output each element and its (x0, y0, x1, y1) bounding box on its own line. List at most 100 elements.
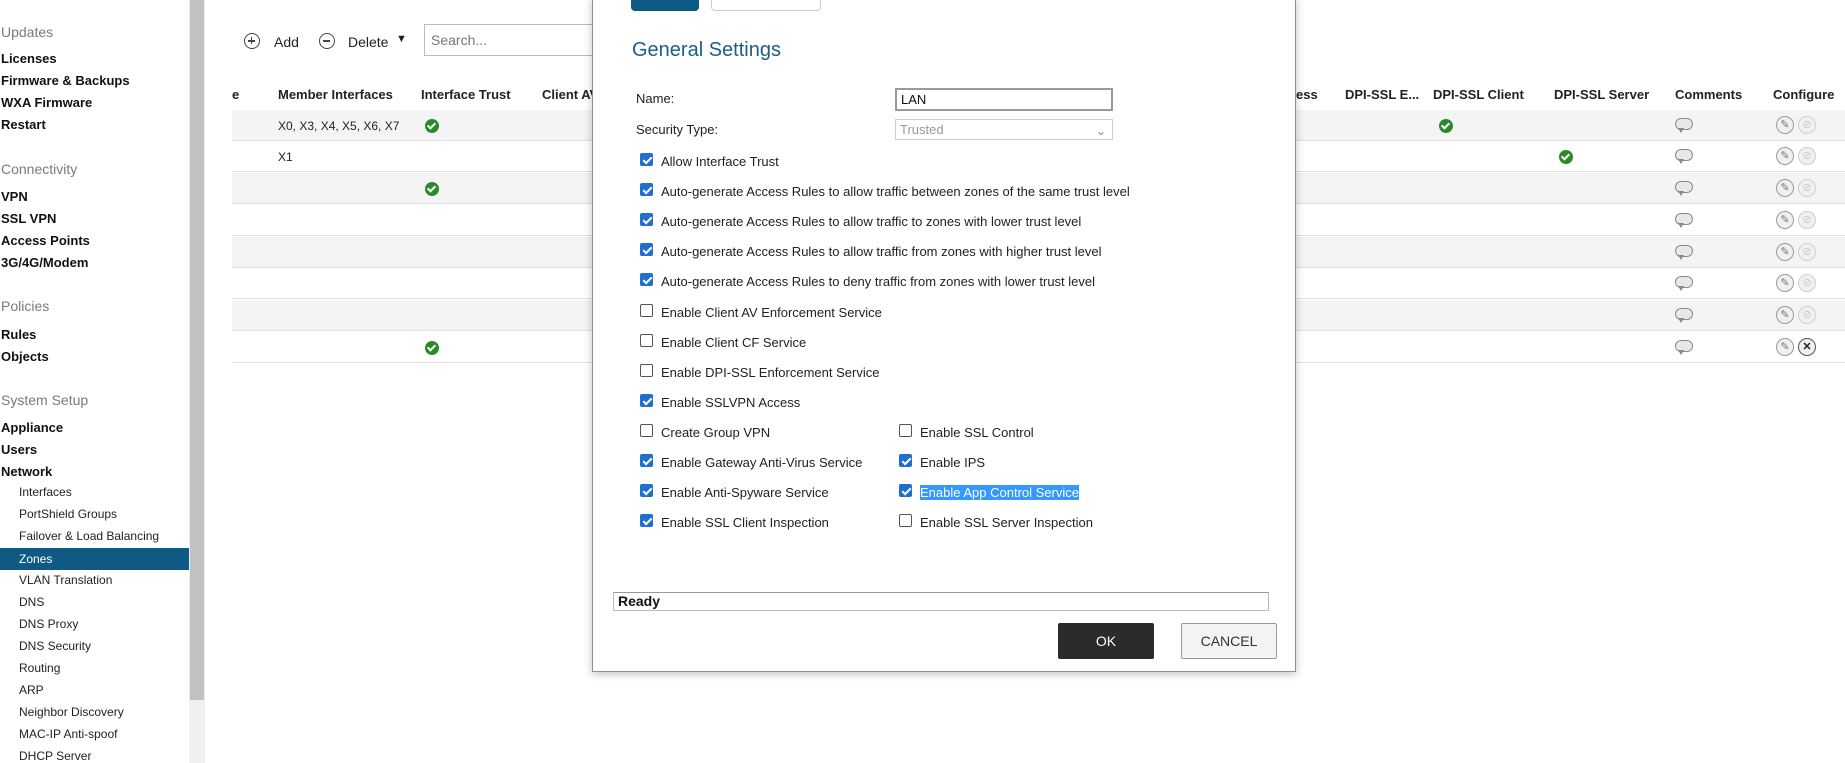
column-header-interface-trust[interactable]: Interface Trust (421, 87, 511, 102)
delete-icon[interactable] (319, 33, 335, 49)
security-type-select[interactable]: Trusted ⌄ (895, 119, 1113, 140)
autogen-deny-lower-label[interactable]: Auto-generate Access Rules to deny traff… (661, 274, 1095, 289)
add-icon[interactable] (244, 33, 260, 49)
column-header-comments[interactable]: Comments (1675, 87, 1742, 102)
sidebar-item-objects[interactable]: Objects (1, 349, 49, 364)
comment-icon[interactable] (1675, 149, 1693, 164)
autogen-higher-trust-label[interactable]: Auto-generate Access Rules to allow traf… (661, 244, 1102, 259)
anti-spyware-label[interactable]: Enable Anti-Spyware Service (661, 485, 829, 500)
sidebar-item-ssl-vpn[interactable]: SSL VPN (1, 211, 56, 226)
sidebar-scrollbar-thumb[interactable] (190, 0, 204, 700)
sidebar-subitem-dns-security[interactable]: DNS Security (19, 639, 91, 653)
create-group-vpn-label[interactable]: Create Group VPN (661, 425, 770, 440)
anti-spyware-checkbox[interactable] (640, 484, 653, 497)
ips-label[interactable]: Enable IPS (920, 455, 985, 470)
sidebar-subitem-dns-proxy[interactable]: DNS Proxy (19, 617, 78, 631)
edit-icon[interactable]: ✎ (1776, 274, 1794, 292)
column-header-configure[interactable]: Configure (1773, 87, 1834, 102)
autogen-same-trust-label[interactable]: Auto-generate Access Rules to allow traf… (661, 184, 1130, 199)
ssl-server-inspection-checkbox[interactable] (899, 514, 912, 527)
autogen-same-trust-checkbox[interactable] (640, 183, 653, 196)
edit-icon[interactable]: ✎ (1776, 147, 1794, 165)
cancel-button[interactable]: CANCEL (1181, 623, 1277, 659)
column-header-dpi-ssl-server[interactable]: DPI-SSL Server (1554, 87, 1649, 102)
edit-icon[interactable]: ✎ (1776, 338, 1794, 356)
sidebar-item-restart[interactable]: Restart (1, 117, 46, 132)
sidebar-subitem-dhcp-server[interactable]: DHCP Server (19, 749, 91, 763)
comment-icon[interactable] (1675, 245, 1693, 260)
app-control-label[interactable]: Enable App Control Service (920, 485, 1079, 500)
ssl-client-inspection-label[interactable]: Enable SSL Client Inspection (661, 515, 829, 530)
sslvpn-access-label[interactable]: Enable SSLVPN Access (661, 395, 800, 410)
client-cf-service-label[interactable]: Enable Client CF Service (661, 335, 806, 350)
edit-icon[interactable]: ✎ (1776, 306, 1794, 324)
sidebar-subitem-interfaces[interactable]: Interfaces (19, 485, 72, 499)
search-input[interactable] (424, 24, 604, 56)
sidebar-item-network[interactable]: Network (1, 464, 52, 479)
edit-icon[interactable]: ✎ (1776, 116, 1794, 134)
column-header-name[interactable]: e (232, 87, 239, 102)
chevron-down-icon[interactable]: ▼ (396, 33, 407, 45)
autogen-deny-lower-checkbox[interactable] (640, 273, 653, 286)
app-control-checkbox[interactable] (899, 484, 912, 497)
ssl-control-label[interactable]: Enable SSL Control (920, 425, 1034, 440)
comment-icon[interactable] (1675, 181, 1693, 196)
sidebar-item-modem[interactable]: 3G/4G/Modem (1, 255, 88, 270)
ssl-server-inspection-label[interactable]: Enable SSL Server Inspection (920, 515, 1093, 530)
sidebar-item-users[interactable]: Users (1, 442, 37, 457)
name-field[interactable]: LAN (895, 88, 1113, 111)
sidebar-subitem-failover[interactable]: Failover & Load Balancing (19, 529, 159, 543)
sidebar-item-firmware-backups[interactable]: Firmware & Backups (1, 73, 130, 88)
autogen-higher-trust-checkbox[interactable] (640, 243, 653, 256)
column-header-dpi-ssl-enforcement[interactable]: DPI-SSL E... (1345, 87, 1419, 102)
comment-icon[interactable] (1675, 276, 1693, 291)
dialog-tab[interactable] (711, 0, 821, 11)
gateway-antivirus-label[interactable]: Enable Gateway Anti-Virus Service (661, 455, 862, 470)
ok-button[interactable]: OK (1058, 623, 1154, 659)
gateway-antivirus-checkbox[interactable] (640, 454, 653, 467)
sidebar-subitem-dns[interactable]: DNS (19, 595, 44, 609)
sslvpn-access-checkbox[interactable] (640, 394, 653, 407)
sidebar-subitem-zones[interactable]: Zones (0, 548, 189, 570)
sidebar-subitem-arp[interactable]: ARP (19, 683, 44, 697)
allow-interface-trust-checkbox[interactable] (640, 153, 653, 166)
client-av-enforcement-label[interactable]: Enable Client AV Enforcement Service (661, 305, 882, 320)
add-button[interactable]: Add (274, 34, 299, 50)
sidebar-subitem-portshield-groups[interactable]: PortShield Groups (19, 507, 117, 521)
delete-icon[interactable]: ✕ (1798, 338, 1816, 356)
ssl-control-checkbox[interactable] (899, 424, 912, 437)
delete-button[interactable]: Delete (348, 34, 388, 50)
create-group-vpn-checkbox[interactable] (640, 424, 653, 437)
sidebar-subitem-mac-ip-antispoof[interactable]: MAC-IP Anti-spoof (19, 727, 117, 741)
sidebar-subitem-routing[interactable]: Routing (19, 661, 60, 675)
sidebar-subitem-neighbor-discovery[interactable]: Neighbor Discovery (19, 705, 124, 719)
sidebar-item-rules[interactable]: Rules (1, 327, 36, 342)
autogen-lower-trust-label[interactable]: Auto-generate Access Rules to allow traf… (661, 214, 1081, 229)
sidebar-item-vpn[interactable]: VPN (1, 189, 28, 204)
client-cf-service-checkbox[interactable] (640, 334, 653, 347)
ips-checkbox[interactable] (899, 454, 912, 467)
dpi-ssl-enforcement-checkbox[interactable] (640, 364, 653, 377)
column-header-ess[interactable]: ess (1296, 87, 1318, 102)
column-header-member-interfaces[interactable]: Member Interfaces (278, 87, 393, 102)
column-header-dpi-ssl-client[interactable]: DPI-SSL Client (1433, 87, 1524, 102)
edit-icon[interactable]: ✎ (1776, 179, 1794, 197)
comment-icon[interactable] (1675, 340, 1693, 355)
ssl-client-inspection-checkbox[interactable] (640, 514, 653, 527)
sidebar-item-wxa-firmware[interactable]: WXA Firmware (1, 95, 92, 110)
sidebar-item-licenses[interactable]: Licenses (1, 51, 57, 66)
client-av-enforcement-checkbox[interactable] (640, 304, 653, 317)
edit-icon[interactable]: ✎ (1776, 243, 1794, 261)
sidebar-subitem-vlan-translation[interactable]: VLAN Translation (19, 573, 112, 587)
allow-interface-trust-label[interactable]: Allow Interface Trust (661, 154, 779, 169)
sidebar-item-appliance[interactable]: Appliance (1, 420, 63, 435)
dpi-ssl-enforcement-label[interactable]: Enable DPI-SSL Enforcement Service (661, 365, 879, 380)
dialog-tab-active[interactable] (631, 0, 699, 11)
comment-icon[interactable] (1675, 213, 1693, 228)
comment-icon[interactable] (1675, 308, 1693, 323)
sidebar-item-access-points[interactable]: Access Points (1, 233, 90, 248)
column-header-client-av[interactable]: Client AV (542, 87, 598, 102)
edit-icon[interactable]: ✎ (1776, 211, 1794, 229)
comment-icon[interactable] (1675, 118, 1693, 133)
autogen-lower-trust-checkbox[interactable] (640, 213, 653, 226)
